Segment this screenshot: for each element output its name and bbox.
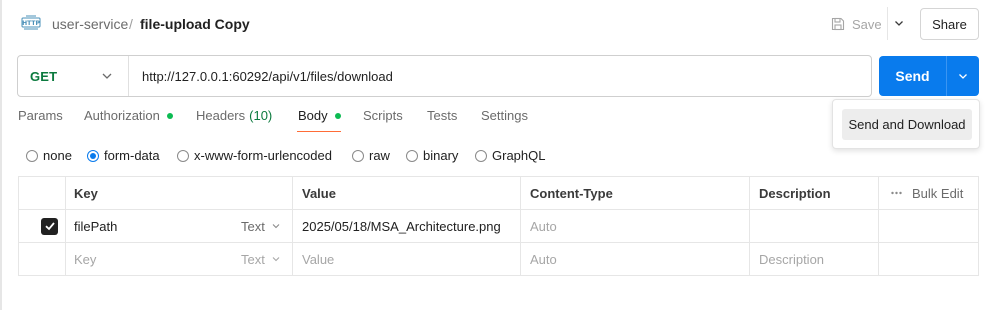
radio-label: raw	[369, 148, 390, 163]
row-checkbox[interactable]	[41, 210, 58, 242]
radio-label: form-data	[104, 148, 160, 163]
tab-headers[interactable]: Headers (10)	[196, 108, 272, 132]
value-input[interactable]: 2025/05/18/MSA_Architecture.png	[302, 210, 501, 242]
tab-authorization[interactable]: Authorization	[84, 108, 173, 132]
tab-count: (10)	[249, 108, 273, 123]
radio-button[interactable]	[177, 149, 189, 162]
key-input[interactable]: Key	[74, 243, 96, 275]
column-header-description: Description	[759, 185, 831, 201]
radio-label: binary	[423, 148, 459, 163]
radio-button[interactable]	[475, 149, 487, 162]
radio-button[interactable]	[26, 149, 38, 162]
request-header: HTTP user-service / file-upload Copy Sav…	[0, 0, 994, 46]
save-label: Save	[852, 16, 882, 32]
share-button[interactable]: Share	[920, 8, 979, 40]
send-button[interactable]: Send	[879, 56, 946, 96]
radio-button[interactable]	[87, 149, 99, 162]
form-data-table: Key Value Content-Type Description Bulk …	[18, 176, 979, 276]
radio-raw[interactable]: raw	[352, 148, 390, 163]
window-edge	[0, 0, 2, 310]
column-header-value: Value	[302, 185, 336, 201]
tab-label: Settings	[481, 108, 528, 123]
url-input[interactable]: http://127.0.0.1:60292/api/v1/files/down…	[142, 69, 393, 84]
chevron-down-icon	[272, 257, 280, 262]
check-icon	[44, 222, 55, 231]
radio-button[interactable]	[352, 149, 364, 162]
save-button[interactable]: Save	[830, 12, 882, 36]
url-bar: GET http://127.0.0.1:60292/api/v1/files/…	[17, 55, 872, 97]
radio-x-www-form-urlencoded[interactable]: x-www-form-urlencoded	[177, 148, 332, 163]
table-row: filePath Text 2025/05/18/MSA_Architectur…	[19, 210, 978, 243]
save-icon	[831, 17, 845, 31]
content-type-input[interactable]: Auto	[530, 210, 557, 242]
checkbox-checked[interactable]	[41, 217, 58, 235]
radio-none[interactable]: none	[26, 148, 72, 163]
radio-label: none	[43, 148, 72, 163]
type-select[interactable]: Text	[241, 243, 281, 275]
header-divider	[887, 7, 888, 40]
tab-tests[interactable]: Tests	[427, 108, 457, 132]
save-options-button[interactable]	[891, 15, 907, 31]
http-icon: HTTP	[21, 15, 41, 30]
send-options-button[interactable]	[947, 56, 979, 96]
tab-label: Scripts	[363, 108, 403, 123]
radio-binary[interactable]: binary	[406, 148, 458, 163]
radio-button[interactable]	[406, 149, 418, 162]
radio-graphql[interactable]: GraphQL	[475, 148, 545, 163]
status-dot	[334, 113, 341, 119]
breadcrumb-collection[interactable]: user-service	[52, 16, 128, 32]
send-and-download-item[interactable]: Send and Download	[842, 109, 972, 140]
svg-text:HTTP: HTTP	[22, 20, 40, 27]
chevron-down-icon	[895, 21, 903, 26]
tab-label: Headers	[196, 108, 246, 123]
column-header-key: Key	[74, 185, 98, 201]
type-select[interactable]: Text	[241, 210, 281, 242]
radio-label: GraphQL	[492, 148, 546, 163]
tab-params[interactable]: Params	[18, 108, 63, 132]
chevron-down-icon[interactable]	[100, 69, 114, 83]
send-options-menu: Send and Download	[832, 99, 980, 149]
breadcrumb-separator: /	[129, 16, 133, 32]
bulk-edit-button[interactable]: Bulk Edit	[891, 177, 963, 209]
active-tab-indicator	[297, 131, 341, 132]
column-header-content-type: Content-Type	[530, 185, 613, 201]
type-select-value: Text	[241, 251, 265, 267]
url-divider	[128, 56, 129, 96]
tab-scripts[interactable]: Scripts	[363, 108, 403, 132]
chevron-down-icon	[272, 224, 280, 229]
method-select[interactable]: GET	[30, 69, 57, 84]
content-type-input[interactable]: Auto	[530, 243, 557, 275]
radio-form-data[interactable]: form-data	[87, 148, 160, 163]
tab-settings[interactable]: Settings	[481, 108, 528, 132]
type-select-value: Text	[241, 218, 265, 234]
more-horizontal-icon	[891, 191, 902, 195]
tab-label: Authorization	[84, 108, 160, 123]
bulk-edit-label: Bulk Edit	[912, 185, 964, 201]
description-input[interactable]: Description	[759, 243, 824, 275]
status-dot	[166, 113, 173, 119]
tab-label: Params	[18, 108, 63, 123]
tab-label: Body	[298, 108, 328, 123]
tab-body[interactable]: Body	[298, 108, 341, 132]
key-input[interactable]: filePath	[74, 210, 117, 242]
send-button-group: Send	[879, 56, 979, 96]
table-header-row: Key Value Content-Type Description Bulk …	[19, 177, 978, 210]
radio-label: x-www-form-urlencoded	[194, 148, 332, 163]
table-row-placeholder: Key Text Value Auto Description	[19, 243, 978, 275]
value-input[interactable]: Value	[302, 243, 334, 275]
tab-label: Tests	[427, 108, 458, 123]
chevron-down-icon	[959, 74, 967, 79]
request-title[interactable]: file-upload Copy	[140, 16, 250, 32]
